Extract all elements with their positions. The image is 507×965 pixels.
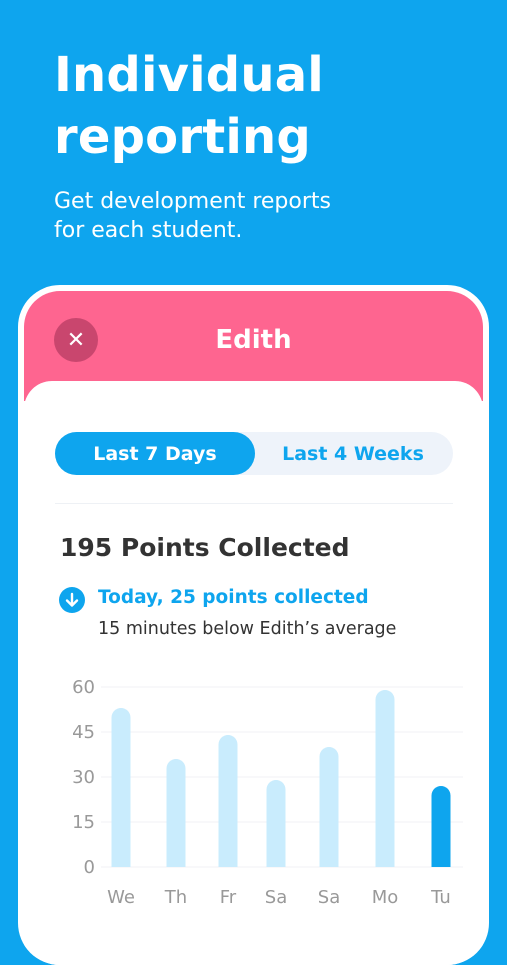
y-tick-label: 30 <box>72 767 95 788</box>
x-tick-label: Sa <box>265 887 287 908</box>
hero-title: Individual reporting <box>54 44 324 168</box>
student-name: Edith <box>215 325 292 355</box>
bar <box>166 759 186 867</box>
phone-mockup: ✕ Edith Last 7 Days Last 4 Weeks 195 Poi… <box>18 285 489 965</box>
hero-title-line-1: Individual <box>54 47 324 103</box>
y-tick-label: 60 <box>72 677 95 698</box>
hero-subtitle: Get development reports for each student… <box>54 189 331 243</box>
x-tick-label: Tu <box>430 887 451 908</box>
bar <box>218 735 238 867</box>
bar <box>375 690 395 867</box>
y-tick-label: 15 <box>72 812 95 833</box>
bar-today <box>431 786 451 867</box>
hero-title-line-2: reporting <box>54 109 311 165</box>
points-bar-chart: 0 15 30 45 60 We Th Fr Sa Sa Mo Tu <box>72 677 463 908</box>
bar <box>319 747 339 867</box>
bar <box>111 708 131 867</box>
x-tick-label: Sa <box>318 887 340 908</box>
x-tick-label: Mo <box>372 887 399 908</box>
x-tick-label: Fr <box>220 887 237 908</box>
x-tick-label: We <box>107 887 135 908</box>
y-tick-label: 0 <box>84 857 95 878</box>
bar <box>266 780 286 867</box>
report-content: Last 7 Days Last 4 Weeks 195 Points Coll… <box>24 381 483 965</box>
x-tick-label: Th <box>164 887 187 908</box>
y-tick-label: 45 <box>72 722 95 743</box>
